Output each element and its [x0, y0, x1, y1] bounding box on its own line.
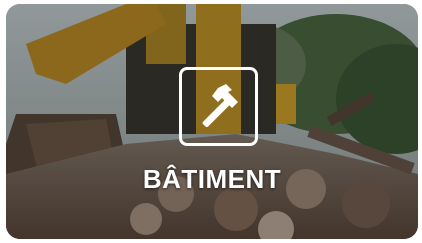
icon-frame [179, 67, 258, 146]
category-card-batiment[interactable]: BÂTIMENT [6, 4, 418, 239]
card-title: BÂTIMENT [142, 164, 282, 194]
hammer-icon [202, 83, 238, 127]
